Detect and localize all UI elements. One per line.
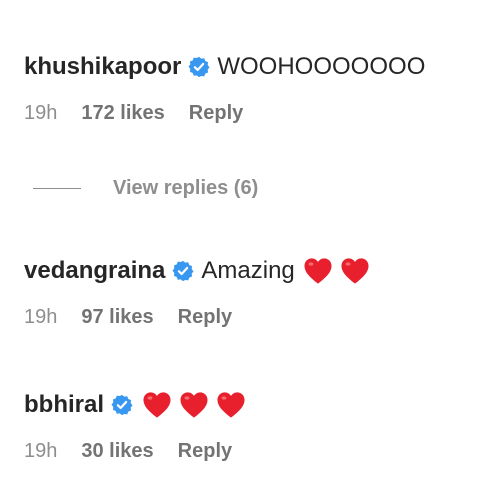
heart-emojis (142, 391, 253, 419)
replies-divider-line (33, 187, 81, 189)
comment-body: khushikapoor WOOHOOOOOOO (24, 50, 425, 84)
comment-body: bbhiral (24, 388, 253, 422)
reply-button[interactable]: Reply (178, 440, 232, 463)
comment-timestamp: 19h (24, 439, 58, 462)
comment-likes-count[interactable]: 97 likes (81, 306, 153, 329)
comment-text: WOOHOOOOOOO (217, 53, 426, 80)
view-replies-button[interactable]: View replies (6) (33, 172, 258, 204)
red-heart-icon (304, 258, 332, 284)
verified-badge-icon (111, 394, 133, 416)
view-replies-label: View replies (6) (113, 176, 259, 199)
comment-meta: 19h 30 likes Reply (24, 436, 253, 466)
comment-timestamp: 19h (24, 305, 58, 328)
red-heart-icon (341, 258, 369, 284)
comment-likes-count[interactable]: 30 likes (81, 440, 153, 463)
reply-button[interactable]: Reply (189, 102, 243, 125)
comment-meta: 19h 172 likes Reply (24, 98, 425, 128)
red-heart-icon (217, 392, 245, 418)
red-heart-icon (143, 392, 171, 418)
reply-button[interactable]: Reply (178, 306, 232, 329)
comment-body: vedangraina Amazing (24, 254, 377, 288)
comment-vedangraina: vedangraina Amazing 19h 97 likes Reply (24, 254, 377, 332)
verified-badge-icon (188, 56, 210, 78)
comment-timestamp: 19h (24, 101, 58, 124)
comment-username[interactable]: khushikapoor (24, 53, 181, 81)
comment-bbhiral: bbhiral 19h 30 likes Reply (24, 388, 253, 466)
comment-meta: 19h 97 likes Reply (24, 302, 377, 332)
red-heart-icon (180, 392, 208, 418)
comment-khushikapoor: khushikapoor WOOHOOOOOOO 19h 172 likes R… (24, 50, 425, 128)
comment-username[interactable]: vedangraina (24, 257, 165, 285)
comment-likes-count[interactable]: 172 likes (81, 102, 164, 125)
comment-username[interactable]: bbhiral (24, 391, 104, 419)
comment-text: Amazing (201, 257, 295, 284)
heart-emojis (303, 257, 377, 285)
verified-badge-icon (172, 260, 194, 282)
